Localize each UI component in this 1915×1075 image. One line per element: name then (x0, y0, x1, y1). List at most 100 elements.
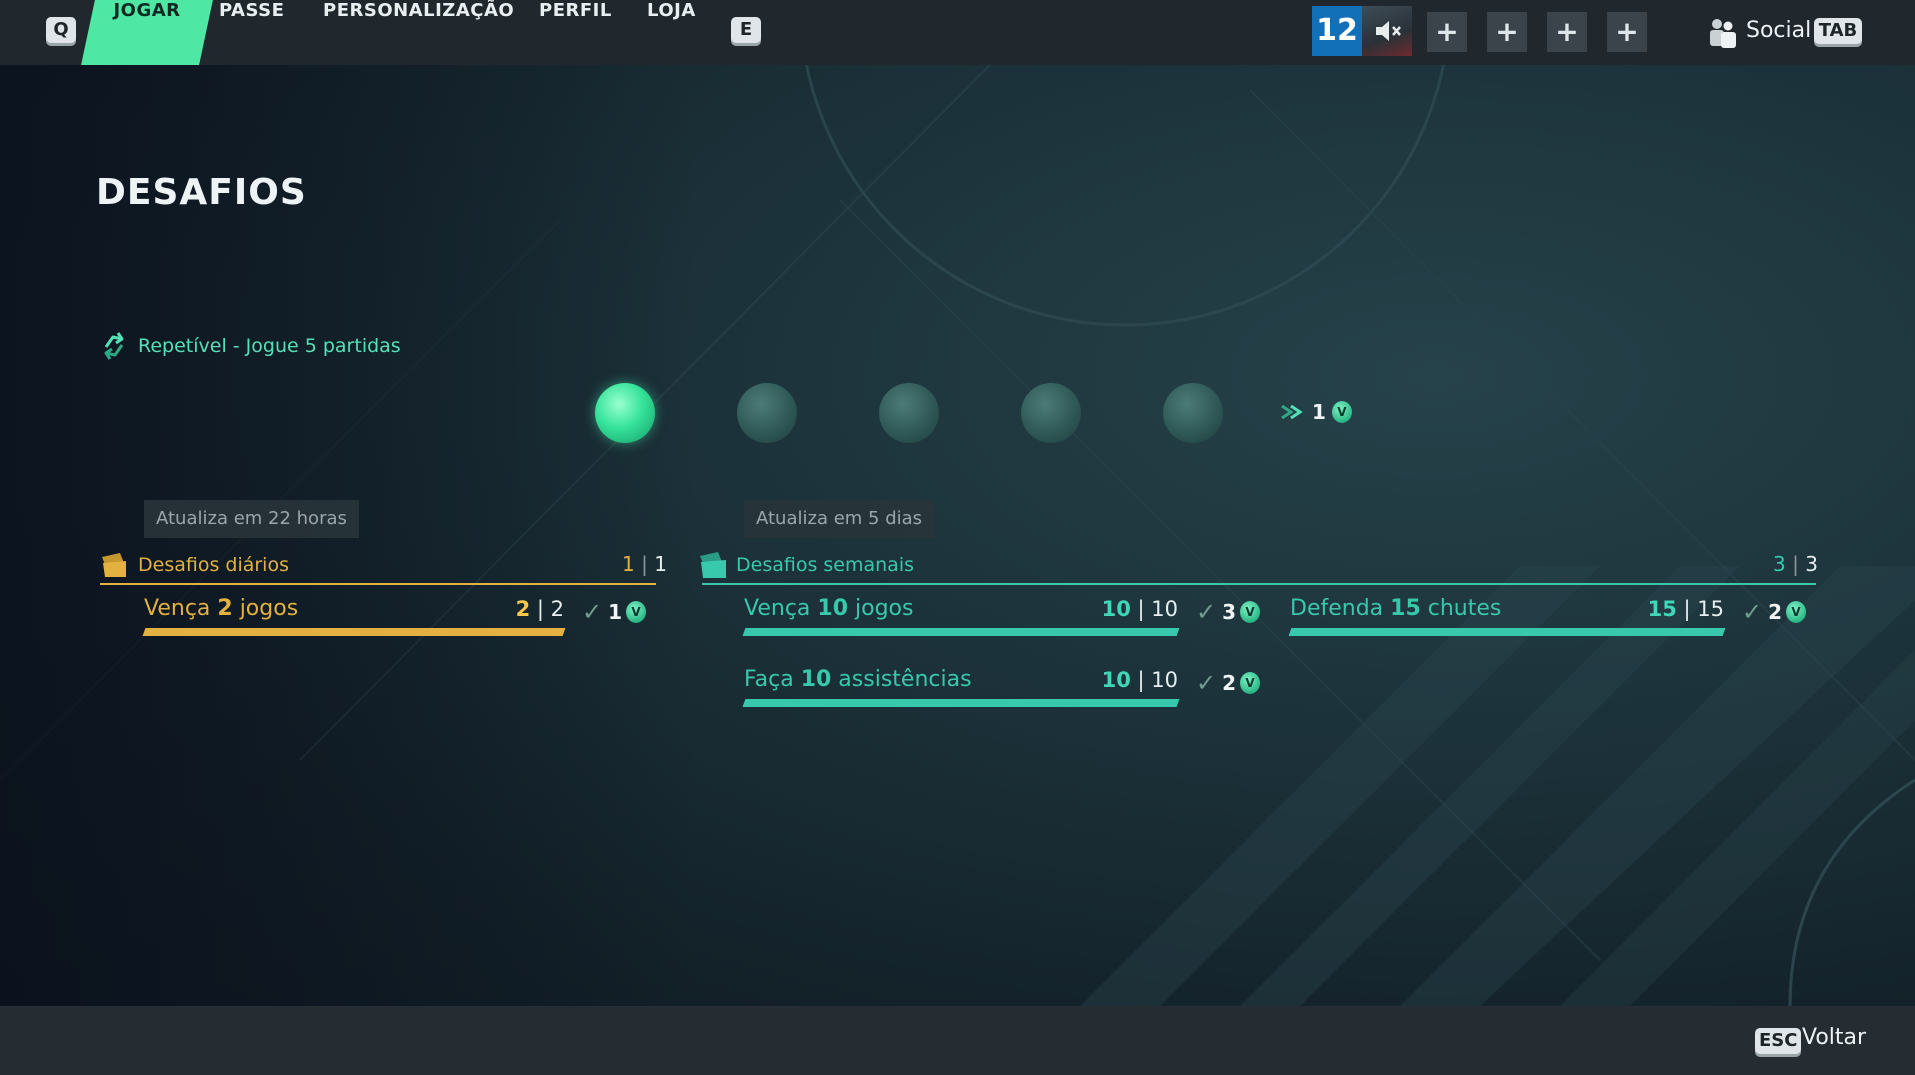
challenge-current: 15 (1647, 597, 1677, 621)
challenge-progress-fill (142, 628, 566, 636)
challenge-reward: ✓ 1 V (582, 598, 647, 626)
tab-personalizacao[interactable]: PERSONALIZAÇÃO (323, 0, 514, 65)
challenge-prefix: Vença (744, 596, 818, 621)
reward-count: 2 (1222, 671, 1237, 695)
challenge-target-number: 10 (800, 667, 832, 692)
challenge-name: Vença 2 jogos (144, 596, 298, 621)
daily-section-divider (100, 583, 656, 585)
checkmark-icon: ✓ (1742, 598, 1763, 626)
count-separator: | (1792, 552, 1799, 576)
tab-passe[interactable]: PASSE (219, 0, 284, 65)
chevron-right-icon (1281, 404, 1303, 420)
repeat-arrows-icon (104, 332, 124, 360)
challenge-progress-fill (742, 699, 1180, 707)
weekly-total-count: 3 (1805, 552, 1818, 576)
top-navigation-bar: Q JOGAR PASSE PERSONALIZAÇÃO PERFIL LOJA… (0, 0, 1915, 65)
player-avatar[interactable] (1362, 6, 1412, 56)
challenge-progress-fill (1288, 628, 1726, 636)
repeatable-reward-count: 1 (1312, 400, 1326, 424)
daily-section-count: 1 | 1 (622, 552, 667, 576)
challenge-target-number: 15 (1390, 596, 1421, 621)
challenge-target: 10 (1151, 597, 1178, 621)
challenge-suffix: jogos (232, 596, 299, 621)
challenge-current: 10 (1101, 597, 1131, 621)
party-slot-2[interactable]: + (1487, 12, 1527, 52)
challenge-current: 10 (1101, 668, 1131, 692)
coin-icon: V (1786, 601, 1807, 623)
ticket-icon (102, 553, 126, 577)
daily-done-count: 1 (622, 552, 635, 576)
daily-section-title: Desafios diários (138, 554, 289, 576)
match-ball-icon (595, 383, 655, 443)
match-ball-icon (879, 383, 939, 443)
progress-separator: | (1130, 597, 1152, 621)
count-separator: | (641, 552, 648, 576)
match-ball-icon (1163, 383, 1223, 443)
weekly-refresh-timer: Atualiza em 5 dias (744, 500, 935, 538)
coin-icon: V (1240, 672, 1261, 694)
key-hint-q[interactable]: Q (46, 17, 76, 43)
weekly-section-count: 3 | 3 (1773, 552, 1818, 576)
challenge-progress: 10 | 10 (1038, 668, 1178, 692)
challenge-progress: 10 | 10 (1038, 597, 1178, 621)
friends-icon[interactable] (1704, 16, 1740, 48)
tab-perfil[interactable]: PERFIL (539, 0, 612, 65)
ticket-icon (700, 552, 726, 578)
repeatable-challenge-label: Repetível - Jogue 5 partidas (138, 335, 401, 357)
challenge-suffix: assistências (831, 667, 972, 692)
challenge-progress: 15 | 15 (1584, 597, 1724, 621)
weekly-section-header: Desafios semanais (698, 548, 914, 582)
progress-separator: | (1130, 668, 1152, 692)
coin-icon: V (1240, 601, 1261, 623)
reward-count: 2 (1768, 600, 1783, 624)
coin-icon: V (1331, 401, 1352, 423)
challenge-target: 10 (1151, 668, 1178, 692)
key-hint-esc[interactable]: ESC (1755, 1028, 1802, 1054)
coin-icon: V (626, 601, 647, 623)
weekly-section-divider (702, 583, 1816, 585)
challenge-suffix: chutes (1420, 596, 1502, 621)
weekly-done-count: 3 (1773, 552, 1786, 576)
challenge-target-number: 10 (817, 596, 849, 621)
challenge-suffix: jogos (848, 596, 914, 621)
weekly-section-title: Desafios semanais (736, 554, 914, 576)
challenge-prefix: Vença (144, 596, 218, 621)
challenge-name: Faça 10 assistências (744, 667, 972, 692)
social-label[interactable]: Social (1746, 0, 1811, 62)
challenge-target: 15 (1697, 597, 1724, 621)
challenge-current: 2 (515, 597, 531, 621)
challenge-name: Vença 10 jogos (744, 596, 913, 621)
match-ball-icon (1021, 383, 1081, 443)
player-level-badge: 12 (1312, 6, 1362, 56)
daily-refresh-timer: Atualiza em 22 horas (144, 500, 359, 538)
checkmark-icon: ✓ (582, 598, 603, 626)
challenge-progress: 2 | 2 (424, 597, 564, 621)
challenge-prefix: Faça (744, 667, 801, 692)
back-button[interactable]: Voltar (1802, 1025, 1866, 1050)
progress-separator: | (1676, 597, 1698, 621)
party-slot-1[interactable]: + (1427, 12, 1467, 52)
key-hint-e[interactable]: E (731, 17, 761, 43)
challenge-reward: ✓ 2 V (1742, 598, 1807, 626)
repeatable-challenge-header: Repetível - Jogue 5 partidas (100, 330, 401, 362)
daily-total-count: 1 (654, 552, 667, 576)
match-ball-icon (737, 383, 797, 443)
reward-count: 1 (608, 600, 623, 624)
tab-jogar[interactable]: JOGAR (88, 0, 206, 65)
tab-loja[interactable]: LOJA (647, 0, 696, 65)
challenge-target-number: 2 (217, 596, 233, 621)
challenge-progress-fill (742, 628, 1180, 636)
challenge-reward: ✓ 3 V (1196, 598, 1261, 626)
party-slot-3[interactable]: + (1547, 12, 1587, 52)
checkmark-icon: ✓ (1196, 669, 1217, 697)
challenge-target: 2 (550, 597, 564, 621)
challenge-name: Defenda 15 chutes (1290, 596, 1501, 621)
page-title: DESAFIOS (96, 172, 307, 213)
challenge-reward: ✓ 2 V (1196, 669, 1261, 697)
key-hint-tab[interactable]: TAB (1814, 18, 1862, 44)
daily-section-header: Desafios diários (100, 548, 289, 582)
progress-separator: | (530, 597, 551, 621)
party-slot-4[interactable]: + (1607, 12, 1647, 52)
bottom-bar (0, 1006, 1915, 1075)
muted-speaker-icon (1376, 21, 1401, 41)
